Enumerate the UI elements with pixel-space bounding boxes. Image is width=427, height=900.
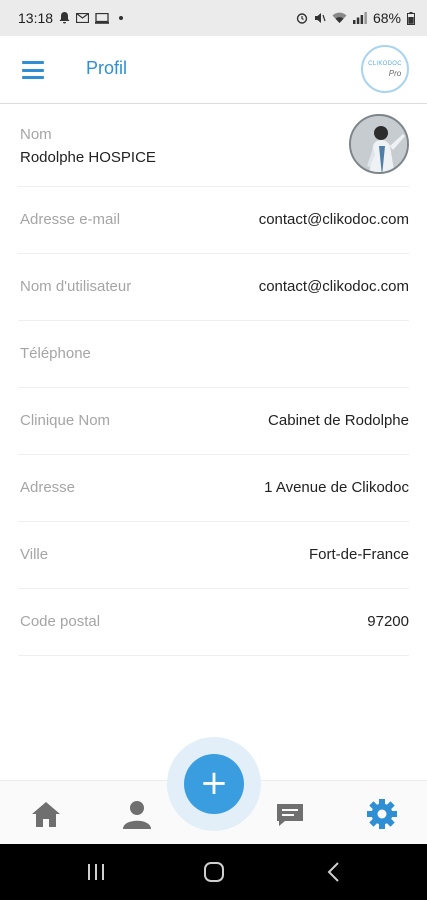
status-time: 13:18 xyxy=(18,10,54,26)
back-icon[interactable] xyxy=(322,860,346,884)
add-button[interactable]: + xyxy=(184,754,244,814)
recent-apps-icon[interactable] xyxy=(84,860,108,884)
status-bar: 13:18 68% xyxy=(0,0,427,36)
mute-icon xyxy=(314,13,326,23)
address-label: Adresse xyxy=(20,479,76,496)
battery-icon xyxy=(407,11,415,25)
user-icon[interactable] xyxy=(120,797,154,831)
wifi-icon xyxy=(332,12,347,23)
mail-icon xyxy=(76,13,90,23)
status-dot xyxy=(119,16,124,20)
app-bar: Profil CLIKODOC Pro xyxy=(0,36,427,104)
settings-icon[interactable] xyxy=(365,797,399,831)
page-title: Profil xyxy=(86,58,128,78)
battery-percent: 68% xyxy=(372,10,401,26)
home-button-icon[interactable] xyxy=(202,860,226,884)
address-row: Adresse 1 Avenue de Clikodoc xyxy=(18,455,409,522)
username-label: Nom d'utilisateur xyxy=(20,278,132,295)
phone-row: Téléphone xyxy=(18,321,409,388)
signal-icon xyxy=(352,12,367,24)
doctor-photo xyxy=(351,116,407,172)
menu-icon[interactable] xyxy=(22,61,44,79)
clinic-name-value: Cabinet de Rodolphe xyxy=(268,412,409,429)
cast-icon xyxy=(95,12,110,24)
notification-icon xyxy=(59,12,70,24)
chat-icon[interactable] xyxy=(273,797,307,831)
logo-text: CLIKODOC xyxy=(368,60,402,67)
username-value: contact@clikodoc.com xyxy=(258,278,409,295)
city-row: Ville Fort-de-France xyxy=(18,522,409,589)
email-row: Adresse e-mail contact@clikodoc.com xyxy=(18,187,409,254)
logo-sub: Pro xyxy=(388,68,402,78)
city-label: Ville xyxy=(20,546,49,563)
postal-code-label: Code postal xyxy=(20,613,101,630)
postal-code-row: Code postal 97200 xyxy=(18,589,409,656)
name-label: Nom xyxy=(20,126,52,143)
username-row: Nom d'utilisateur contact@clikodoc.com xyxy=(18,254,409,321)
email-value: contact@clikodoc.com xyxy=(258,211,409,228)
profile-details: Nom Rodolphe HOSPICE Adresse e-mail cont… xyxy=(0,104,427,656)
city-value: Fort-de-France xyxy=(308,546,409,563)
system-navigation-bar xyxy=(0,844,427,900)
clinic-name-row: Clinique Nom Cabinet de Rodolphe xyxy=(18,388,409,455)
address-value: 1 Avenue de Clikodoc xyxy=(264,479,409,496)
email-label: Adresse e-mail xyxy=(20,211,121,228)
name-value: Rodolphe HOSPICE xyxy=(20,149,156,166)
postal-code-value: 97200 xyxy=(367,613,409,630)
phone-label: Téléphone xyxy=(20,345,91,362)
alarm-icon xyxy=(296,13,308,24)
profile-name-row: Nom Rodolphe HOSPICE xyxy=(18,104,409,187)
avatar[interactable] xyxy=(349,114,409,174)
home-icon[interactable] xyxy=(29,797,63,831)
clikodoc-logo: CLIKODOC Pro xyxy=(361,45,409,93)
clinic-name-label: Clinique Nom xyxy=(20,412,111,429)
